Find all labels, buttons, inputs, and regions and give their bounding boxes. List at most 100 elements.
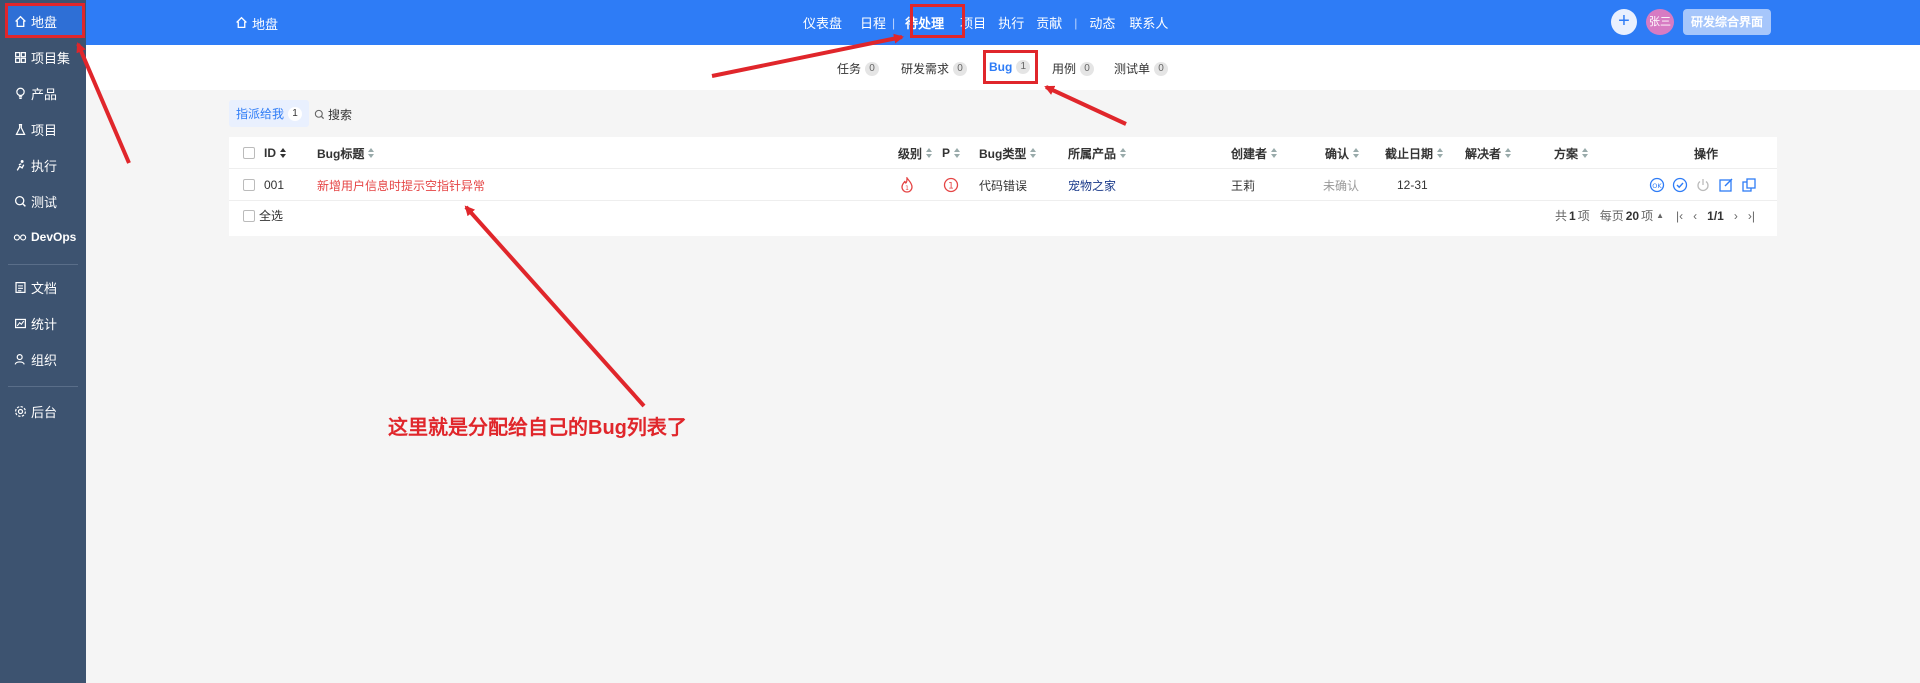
col-product[interactable]: 所属产品: [1068, 145, 1127, 161]
sidebar-item-project[interactable]: 项目: [6, 114, 82, 144]
copy-icon[interactable]: [1741, 177, 1757, 193]
sidebar: 地盘 项目集 产品 项目 执行 测试 DevOps 文档 统计 组织 后台: [0, 0, 86, 683]
pager: 共 1 项 每页 20 项 ▲ |‹ ‹ 1/1 › ›|: [1555, 207, 1755, 224]
caret-up-icon: ▲: [1656, 211, 1665, 220]
role-switch-button[interactable]: 研发综合界面: [1683, 9, 1772, 35]
row-checkbox[interactable]: [243, 177, 255, 193]
nav-dashboard[interactable]: 仪表盘: [803, 13, 842, 32]
col-id[interactable]: ID: [264, 145, 287, 161]
col-creator[interactable]: 创建者: [1231, 145, 1278, 161]
priority-badge: 1: [943, 177, 959, 193]
col-title[interactable]: Bug标题: [317, 145, 375, 161]
confirm-icon[interactable]: OK: [1649, 177, 1665, 193]
sidebar-item-programs[interactable]: 项目集: [6, 42, 82, 72]
top-navbar: 地盘 仪表盘 日程 | 待处理 项目 执行 贡献 | 动态 联系人 + 张三 研…: [86, 0, 1920, 45]
sidebar-item-label: 统计: [31, 316, 58, 332]
bug-id[interactable]: 001: [264, 177, 284, 193]
count-badge: 0: [1080, 61, 1095, 76]
sort-icon: [1582, 148, 1589, 158]
header-checkbox[interactable]: [243, 145, 255, 161]
tab-case[interactable]: 用例 0: [1052, 60, 1095, 77]
search-toggle[interactable]: 搜索: [314, 106, 352, 123]
count-badge: 1: [288, 106, 303, 121]
sort-icon: [1120, 148, 1127, 158]
resolve-icon[interactable]: [1672, 177, 1688, 193]
sidebar-item-label: DevOps: [31, 230, 77, 244]
sidebar-item-label: 组织: [31, 352, 58, 368]
sidebar-divider: [8, 386, 78, 387]
sidebar-item-product[interactable]: 产品: [6, 78, 82, 108]
confirm-status: 未确认: [1323, 178, 1360, 193]
sort-icon: [926, 148, 933, 158]
sidebar-item-devops[interactable]: DevOps: [6, 222, 82, 252]
document-icon: [13, 280, 27, 294]
count-badge: 0: [953, 61, 968, 76]
sort-icon: [368, 148, 375, 158]
flask-icon: [13, 122, 27, 136]
tab-task[interactable]: 任务 0: [837, 60, 880, 77]
sidebar-item-execution[interactable]: 执行: [6, 150, 82, 180]
prev-page-icon[interactable]: ‹: [1693, 209, 1697, 223]
arrow-to-bug-tab: [1044, 85, 1127, 126]
nav-execution[interactable]: 执行: [998, 13, 1024, 32]
breadcrumb-label: 地盘: [252, 17, 279, 32]
page-indicator: 1/1: [1707, 208, 1724, 223]
tab-requirement[interactable]: 研发需求 0: [901, 60, 968, 77]
sidebar-item-label: 文档: [31, 280, 58, 296]
annotation-box-bug-tab: [983, 50, 1038, 84]
sidebar-item-docs[interactable]: 文档: [6, 272, 82, 302]
breadcrumb[interactable]: 地盘: [235, 14, 278, 33]
sidebar-item-admin[interactable]: 后台: [6, 396, 82, 426]
next-page-icon[interactable]: ›: [1734, 209, 1738, 223]
sidebar-item-org[interactable]: 组织: [6, 344, 82, 374]
col-resolver[interactable]: 解决者: [1465, 145, 1512, 161]
nav-contribution[interactable]: 贡献: [1036, 13, 1062, 32]
annotation-note: 这里就是分配给自己的Bug列表了: [388, 417, 687, 439]
grid-icon: [13, 50, 27, 64]
avatar[interactable]: 张三: [1646, 9, 1674, 35]
annotation-box-dashboard: [5, 3, 85, 38]
svg-text:1: 1: [948, 182, 954, 192]
col-type[interactable]: Bug类型: [979, 145, 1037, 161]
per-page-selector[interactable]: 每页 20 项 ▲: [1600, 207, 1664, 224]
sidebar-item-label: 项目集: [31, 50, 71, 66]
sidebar-item-label: 产品: [31, 86, 58, 102]
annotation-box-todo: [910, 4, 965, 38]
search-icon: [314, 109, 325, 120]
sort-icon: [1353, 148, 1360, 158]
col-deadline[interactable]: 截止日期: [1385, 145, 1444, 161]
count-badge: 0: [1154, 61, 1169, 76]
tab-testtask[interactable]: 测试单 0: [1114, 60, 1169, 77]
count-badge: 0: [865, 61, 880, 76]
nav-contacts[interactable]: 联系人: [1129, 13, 1168, 32]
top-nav: 仪表盘 日程 | 待处理 项目 执行 贡献 | 动态 联系人: [803, 0, 1168, 45]
edit-icon[interactable]: [1718, 177, 1734, 193]
sidebar-item-label: 执行: [31, 158, 58, 174]
nav-dynamic[interactable]: 动态: [1089, 13, 1115, 32]
creator: 王莉: [1231, 178, 1256, 193]
sidebar-item-label: 项目: [31, 122, 58, 138]
sidebar-item-test[interactable]: 测试: [6, 186, 82, 216]
infinity-icon: [13, 230, 27, 244]
gear-icon: [13, 404, 27, 418]
sidebar-item-stats[interactable]: 统计: [6, 308, 82, 338]
last-page-icon[interactable]: ›|: [1748, 209, 1755, 223]
total-count: 1: [1569, 208, 1576, 223]
first-page-icon[interactable]: |‹: [1676, 209, 1683, 223]
col-confirmed[interactable]: 确认: [1325, 145, 1360, 161]
row-actions: OK: [1649, 177, 1757, 193]
bug-title-link[interactable]: 新增用户信息时提示空指针异常: [317, 177, 485, 193]
nav-schedule[interactable]: 日程: [860, 13, 886, 32]
people-icon: [13, 352, 27, 366]
sidebar-item-label: 后台: [31, 404, 58, 420]
filter-assigned-to-me[interactable]: 指派给我 1: [229, 100, 310, 127]
col-severity[interactable]: 级别: [898, 145, 933, 161]
select-all[interactable]: 全选: [243, 207, 283, 224]
sort-icon: [1271, 148, 1278, 158]
product-link[interactable]: 宠物之家: [1068, 177, 1116, 193]
svg-text:OK: OK: [1652, 182, 1662, 190]
col-resolution[interactable]: 方案: [1554, 145, 1589, 161]
col-priority[interactable]: P: [942, 145, 961, 161]
col-actions: 操作: [1694, 146, 1719, 161]
create-button[interactable]: +: [1611, 9, 1637, 35]
